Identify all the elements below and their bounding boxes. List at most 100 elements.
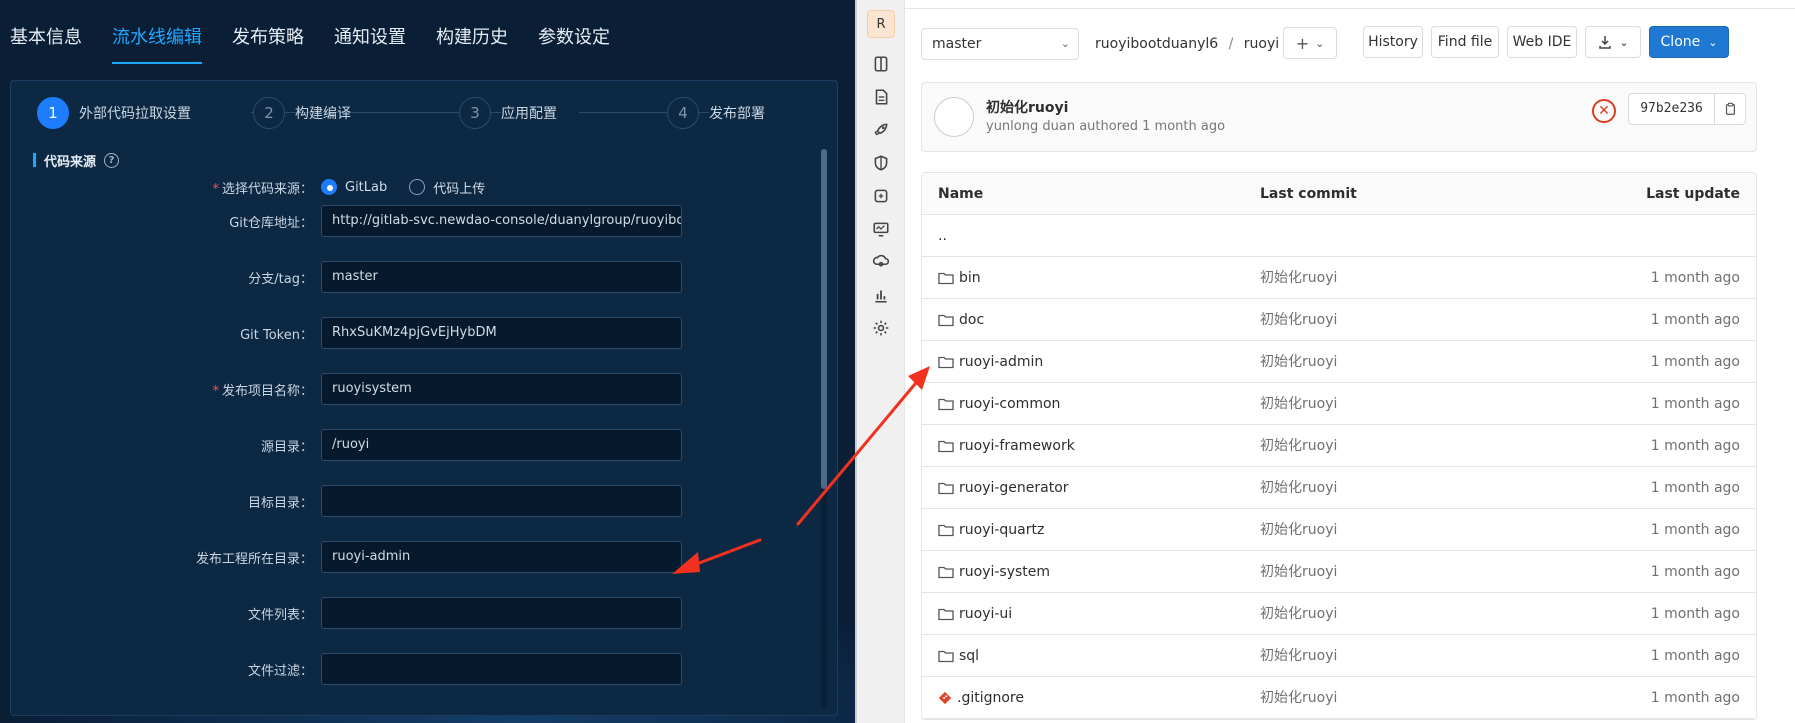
file-name[interactable]: ruoyi-framework	[959, 425, 1075, 467]
step-4[interactable]: 4 发布部署	[667, 95, 765, 131]
file-name[interactable]: doc	[959, 299, 984, 341]
file-name-cell[interactable]: ruoyi-generator	[938, 467, 1069, 509]
tab-basic-info[interactable]: 基本信息	[10, 0, 82, 72]
history-button[interactable]: History	[1363, 26, 1423, 58]
file-name-cell[interactable]: sql	[938, 635, 979, 677]
table-row[interactable]: ruoyi-system 初始化ruoyi 1 month ago	[922, 551, 1756, 593]
web-ide-button[interactable]: Web IDE	[1507, 26, 1577, 58]
step-2[interactable]: 2 构建编译	[253, 95, 351, 131]
analytics-icon[interactable]	[871, 285, 891, 305]
file-name[interactable]: ruoyi-generator	[959, 467, 1069, 509]
file-name[interactable]: ruoyi-system	[959, 551, 1050, 593]
commit-sha[interactable]: 97b2e236	[1629, 94, 1715, 124]
tab-notification-settings[interactable]: 通知设置	[334, 0, 406, 72]
last-commit-cell[interactable]: 初始化ruoyi	[1260, 383, 1337, 425]
last-commit-cell[interactable]: 初始化ruoyi	[1260, 299, 1337, 341]
shield-icon[interactable]	[871, 153, 891, 173]
tab-parameter-settings[interactable]: 参数设定	[538, 0, 610, 72]
file-name[interactable]: ruoyi-ui	[959, 593, 1012, 635]
target-dir-input[interactable]	[321, 485, 682, 517]
last-commit-cell[interactable]: 初始化ruoyi	[1260, 635, 1337, 677]
last-commit-cell[interactable]: 初始化ruoyi	[1260, 341, 1337, 383]
rocket-icon[interactable]	[871, 120, 891, 140]
step-number: 3	[459, 97, 491, 129]
table-row[interactable]: doc 初始化ruoyi 1 month ago	[922, 299, 1756, 341]
last-commit-cell[interactable]: 初始化ruoyi	[1260, 551, 1337, 593]
table-row[interactable]: ruoyi-generator 初始化ruoyi 1 month ago	[922, 467, 1756, 509]
breadcrumb-dir[interactable]: ruoyi	[1244, 36, 1279, 52]
add-file-button[interactable]: + ⌄	[1283, 27, 1337, 59]
folder-icon	[938, 608, 954, 621]
git-token-input[interactable]: RhxSuKMz4pjGvEjHybDM	[321, 317, 682, 349]
file-filter-input[interactable]	[321, 653, 682, 685]
find-file-button[interactable]: Find file	[1431, 26, 1499, 58]
file-name-cell[interactable]: ruoyi-admin	[938, 341, 1043, 383]
tab-pipeline-edit[interactable]: 流水线编辑	[112, 0, 202, 72]
pipeline-failed-icon[interactable]: ✕	[1592, 99, 1616, 123]
clone-button[interactable]: Clone ⌄	[1649, 26, 1729, 58]
radio-dot[interactable]	[409, 179, 426, 195]
file-name-cell[interactable]: .gitignore	[938, 677, 1024, 719]
file-name-cell[interactable]: ruoyi-framework	[938, 425, 1075, 467]
table-row[interactable]: ruoyi-framework 初始化ruoyi 1 month ago	[922, 425, 1756, 467]
file-name-cell[interactable]: ruoyi-quartz	[938, 509, 1044, 551]
step-3[interactable]: 3 应用配置	[459, 95, 557, 131]
download-button[interactable]: ⌄	[1585, 26, 1641, 58]
radio-upload[interactable]: 代码上传	[409, 178, 485, 197]
step-label: 构建编译	[295, 106, 351, 122]
table-row[interactable]: .gitignore 初始化ruoyi 1 month ago	[922, 677, 1756, 719]
last-commit-cell[interactable]: 初始化ruoyi	[1260, 425, 1337, 467]
step-1[interactable]: 1 外部代码拉取设置	[37, 95, 191, 131]
file-name[interactable]: bin	[959, 257, 981, 299]
tab-build-history[interactable]: 构建历史	[436, 0, 508, 72]
file-name-cell[interactable]: ruoyi-common	[938, 383, 1060, 425]
scrollbar-thumb[interactable]	[821, 149, 827, 489]
parent-dir-link[interactable]: ..	[938, 215, 947, 257]
tab-release-strategy[interactable]: 发布策略	[232, 0, 304, 72]
table-row[interactable]: sql 初始化ruoyi 1 month ago	[922, 635, 1756, 677]
help-icon[interactable]: ?	[104, 152, 120, 168]
copy-icon[interactable]	[1715, 94, 1745, 124]
file-name-cell[interactable]: ruoyi-ui	[938, 593, 1012, 635]
repo-url-input[interactable]: http://gitlab-svc.newdao-console/duanylg…	[321, 205, 682, 237]
table-row[interactable]: ruoyi-quartz 初始化ruoyi 1 month ago	[922, 509, 1756, 551]
source-dir-input[interactable]: /ruoyi	[321, 429, 682, 461]
file-name[interactable]: sql	[959, 635, 979, 677]
last-commit-cell[interactable]: 初始化ruoyi	[1260, 593, 1337, 635]
avatar[interactable]	[934, 97, 974, 137]
publish-dir-input[interactable]: ruoyi-admin	[321, 541, 682, 573]
commit-title[interactable]: 初始化ruoyi	[986, 97, 1068, 117]
deployments-icon[interactable]	[871, 186, 891, 206]
file-name[interactable]: .gitignore	[957, 677, 1024, 719]
last-commit-cell[interactable]: 初始化ruoyi	[1260, 677, 1337, 719]
project-avatar[interactable]: R	[867, 10, 895, 38]
file-name-cell[interactable]: ruoyi-system	[938, 551, 1050, 593]
form-row-publish-dir: 发布工程所在目录： ruoyi-admin	[11, 541, 811, 573]
radio-dot[interactable]	[321, 179, 337, 195]
infrastructure-icon[interactable]	[871, 252, 891, 272]
repository-icon[interactable]	[871, 54, 891, 74]
branch-input[interactable]: master	[321, 261, 682, 293]
last-commit-cell[interactable]: 初始化ruoyi	[1260, 467, 1337, 509]
file-name[interactable]: ruoyi-quartz	[959, 509, 1044, 551]
project-name-input[interactable]: ruoyisystem	[321, 373, 682, 405]
file-list-input[interactable]	[321, 597, 682, 629]
file-name-cell[interactable]: bin	[938, 257, 981, 299]
table-row-parent[interactable]: ..	[922, 215, 1756, 257]
settings-icon[interactable]	[871, 318, 891, 338]
file-name[interactable]: ruoyi-common	[959, 383, 1060, 425]
last-commit-cell[interactable]: 初始化ruoyi	[1260, 257, 1337, 299]
file-name[interactable]: ruoyi-admin	[959, 341, 1043, 383]
table-row[interactable]: ruoyi-common 初始化ruoyi 1 month ago	[922, 383, 1756, 425]
radio-gitlab[interactable]: GitLab	[321, 179, 387, 195]
file-name-cell[interactable]: doc	[938, 299, 984, 341]
last-commit-cell[interactable]: 初始化ruoyi	[1260, 509, 1337, 551]
form-scrollbar[interactable]	[821, 149, 827, 709]
table-row[interactable]: ruoyi-admin 初始化ruoyi 1 month ago	[922, 341, 1756, 383]
table-row[interactable]: bin 初始化ruoyi 1 month ago	[922, 257, 1756, 299]
monitor-icon[interactable]	[871, 219, 891, 239]
issues-icon[interactable]	[871, 87, 891, 107]
branch-selector[interactable]: master ⌄	[921, 28, 1079, 60]
breadcrumb-project[interactable]: ruoyibootduanyl6	[1095, 36, 1218, 52]
table-row[interactable]: ruoyi-ui 初始化ruoyi 1 month ago	[922, 593, 1756, 635]
